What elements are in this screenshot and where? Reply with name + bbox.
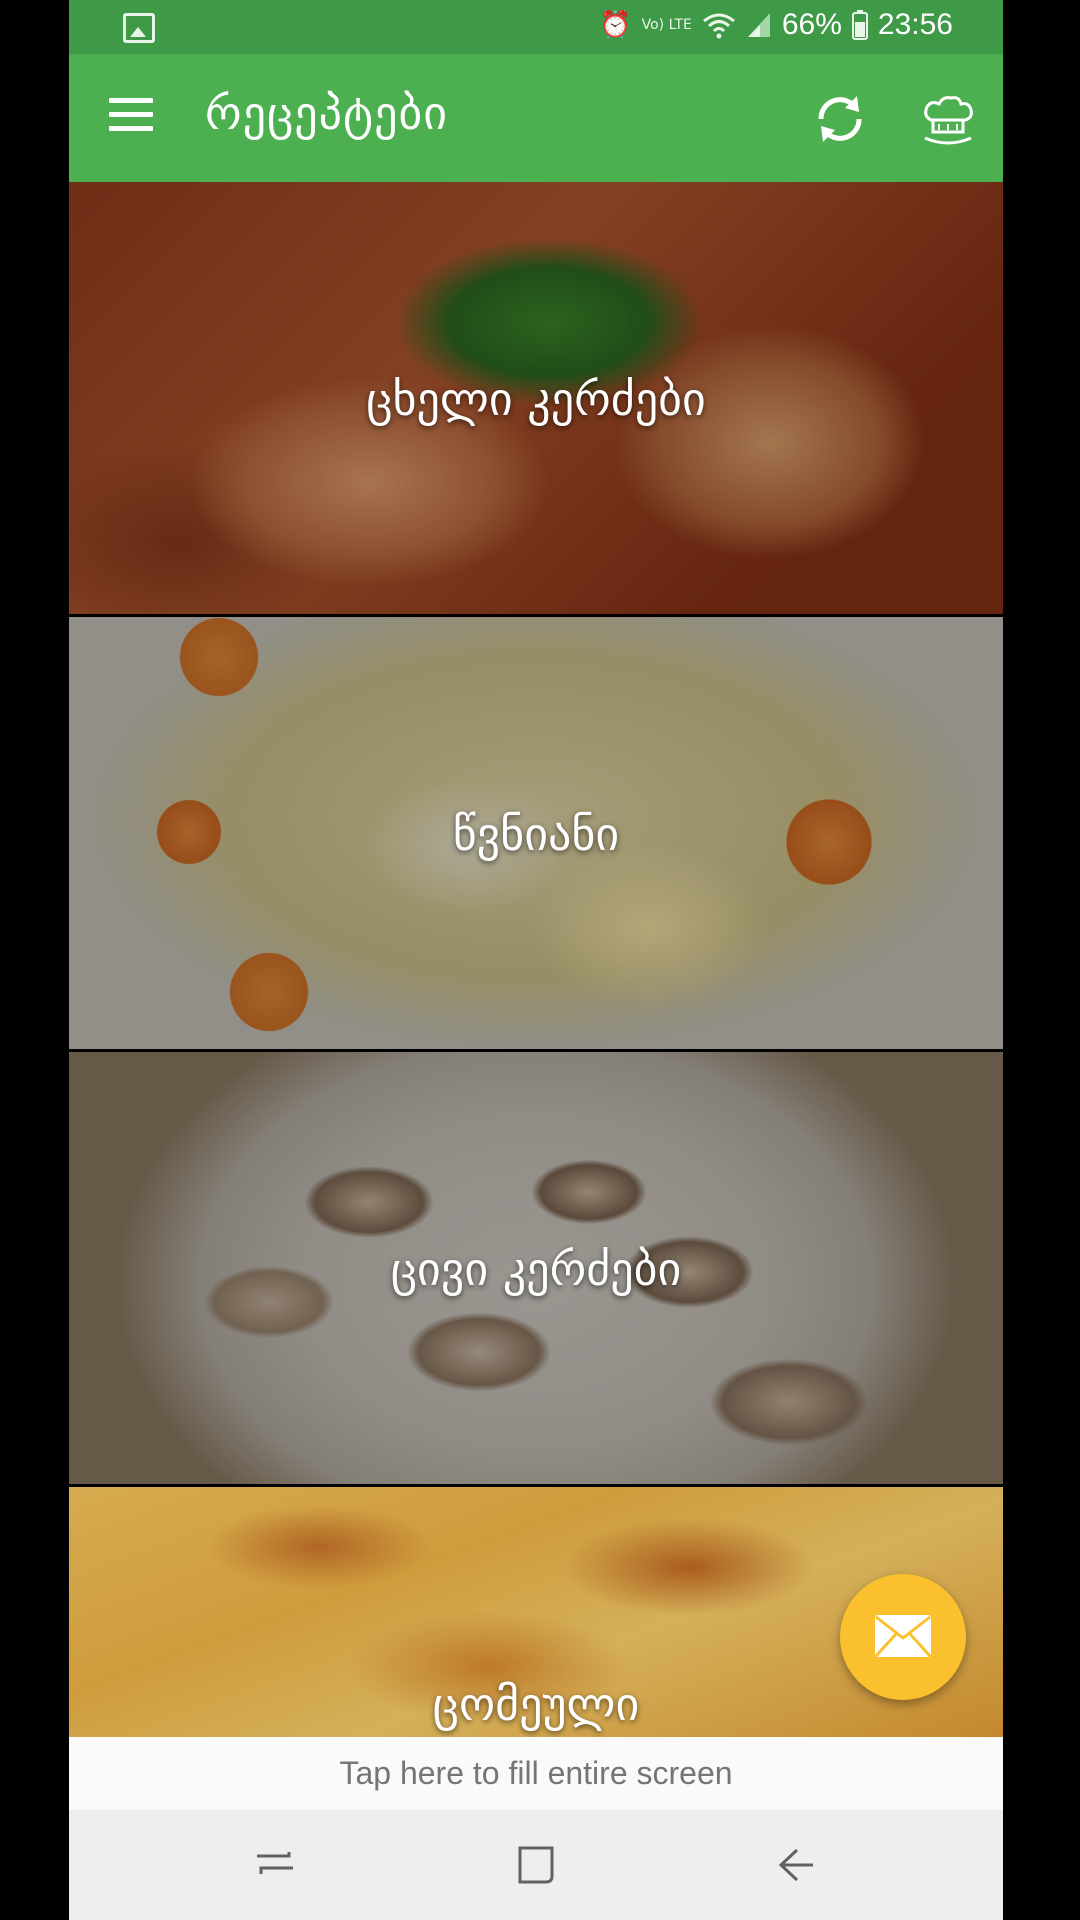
chef-hat-icon[interactable] bbox=[919, 94, 977, 148]
image-icon bbox=[123, 13, 155, 43]
status-right-group: ⏰ Vo) LTE 66% 23:56 bbox=[599, 8, 953, 42]
ad-banner[interactable]: Tap here to fill entire screen bbox=[69, 1737, 1003, 1810]
refresh-icon[interactable] bbox=[811, 90, 869, 148]
alarm-icon: ⏰ bbox=[599, 10, 632, 40]
category-card-soups[interactable]: წვნიანი bbox=[69, 617, 1003, 1049]
status-bar: ⏰ Vo) LTE 66% 23:56 bbox=[69, 0, 1003, 54]
back-icon[interactable] bbox=[767, 1840, 827, 1890]
category-card-cold-dishes[interactable]: ცივი კერძები bbox=[69, 1052, 1003, 1484]
home-icon[interactable] bbox=[506, 1840, 566, 1890]
system-nav-bar bbox=[69, 1810, 1003, 1920]
battery-icon bbox=[851, 10, 868, 40]
clock: 23:56 bbox=[877, 8, 953, 41]
category-label: ცხელი კერძები bbox=[366, 372, 706, 426]
phone-screen: ⏰ Vo) LTE 66% 23:56 რეცეპტები ცხელი კერძ… bbox=[69, 0, 1003, 1920]
recent-apps-icon[interactable] bbox=[245, 1840, 305, 1890]
mail-icon bbox=[874, 1615, 932, 1658]
category-card-hot-dishes[interactable]: ცხელი კერძები bbox=[69, 182, 1003, 614]
signal-icon bbox=[747, 13, 770, 37]
app-bar: რეცეპტები bbox=[69, 54, 1003, 182]
category-label: წვნიანი bbox=[452, 807, 620, 861]
wifi-icon bbox=[702, 13, 735, 39]
category-label: ცივი კერძები bbox=[390, 1242, 682, 1296]
battery-percent: 66% bbox=[781, 8, 842, 41]
mail-fab-button[interactable] bbox=[840, 1574, 966, 1700]
menu-icon[interactable] bbox=[109, 98, 153, 134]
page-title: რეცეპტები bbox=[205, 86, 449, 140]
network-label: Vo) LTE bbox=[641, 17, 692, 33]
